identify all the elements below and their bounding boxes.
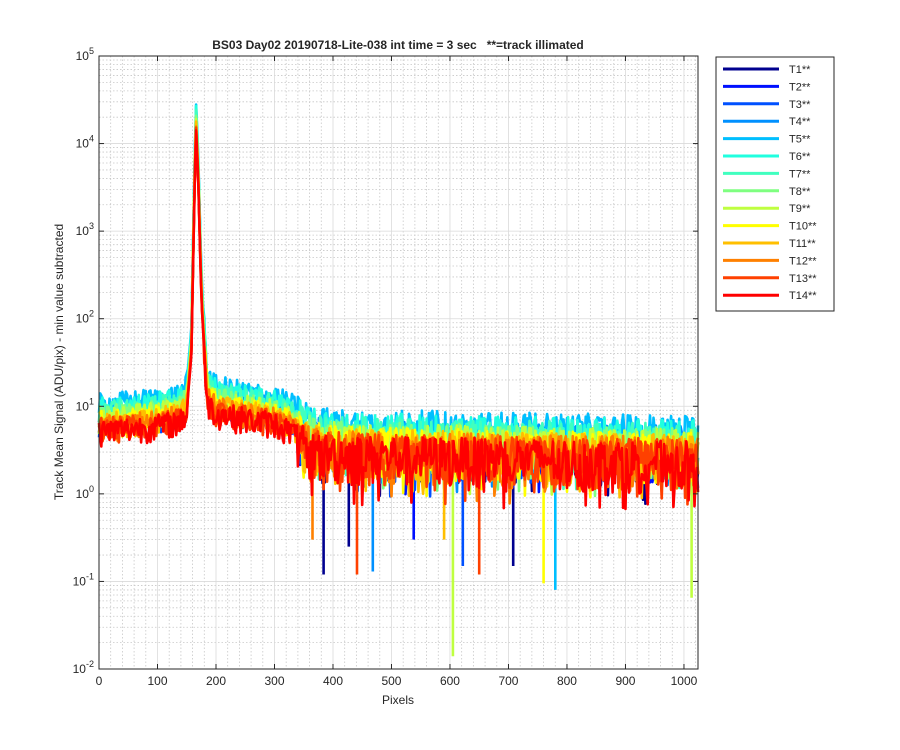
chart-figure: 0 100 200 300 400 500 600 700 800 900 100010-210-1… bbox=[0, 0, 900, 750]
x-tick-label: 900 bbox=[615, 674, 635, 688]
legend-label: T14** bbox=[789, 290, 817, 302]
legend-label: T9** bbox=[789, 203, 811, 215]
x-tick-label: 800 bbox=[557, 674, 577, 688]
legend-label: T7** bbox=[789, 168, 811, 180]
chart-title: BS03 Day02 20190718-Lite-038 int time = … bbox=[212, 38, 584, 52]
legend-label: T10** bbox=[789, 221, 817, 233]
x-tick-label: 500 bbox=[381, 674, 401, 688]
legend-label: T1** bbox=[789, 64, 811, 76]
x-tick-label: 400 bbox=[323, 674, 343, 688]
legend: T1** T2** T3** T4** T5** T6** T7** T8** T9** T10*… bbox=[715, 56, 835, 312]
x-tick-label: 700 bbox=[498, 674, 518, 688]
x-tick-label: 200 bbox=[206, 674, 226, 688]
legend-label: T2** bbox=[789, 81, 811, 93]
legend-label: T8** bbox=[789, 186, 811, 198]
x-tick-label: 300 bbox=[264, 674, 284, 688]
y-axis-label: Track Mean Signal (ADU/pix) - min value … bbox=[52, 224, 66, 500]
legend-label: T3** bbox=[789, 99, 811, 111]
x-tick-label: 100 bbox=[147, 674, 167, 688]
x-tick-label: 0 bbox=[96, 674, 103, 688]
x-tick-label: 1000 bbox=[671, 674, 698, 688]
legend-label: T4** bbox=[789, 116, 811, 128]
legend-label: T11** bbox=[789, 238, 816, 250]
legend-label: T6** bbox=[789, 151, 811, 163]
legend-label: T12** bbox=[789, 255, 817, 267]
x-tick-label: 600 bbox=[440, 674, 460, 688]
x-axis-label: Pixels bbox=[382, 693, 414, 707]
legend-label: T5** bbox=[789, 134, 811, 146]
legend-label: T13** bbox=[789, 273, 817, 285]
